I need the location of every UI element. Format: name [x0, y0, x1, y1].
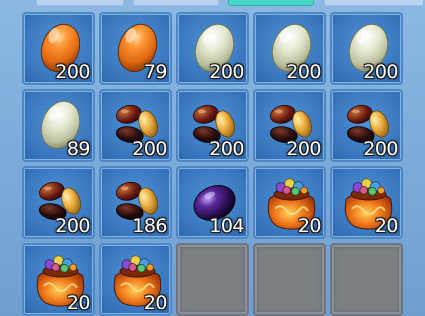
inventory-slot[interactable]: 200 [22, 12, 95, 85]
inventory-panel: 200 79 200 200 200 89 200 200 200 200 20… [0, 0, 425, 316]
item-count: 200 [363, 61, 398, 83]
item-count: 79 [143, 61, 168, 83]
inventory-slot[interactable]: 186 [99, 166, 172, 239]
inventory-slot[interactable]: 200 [176, 89, 249, 162]
item-count: 89 [66, 138, 91, 160]
item-count: 200 [286, 61, 321, 83]
inventory-slot[interactable]: 20 [330, 166, 403, 239]
item-count: 200 [363, 138, 398, 160]
tab-2[interactable] [133, 0, 219, 6]
item-count: 200 [55, 61, 90, 83]
inventory-slot[interactable]: 200 [253, 12, 326, 85]
item-count: 20 [66, 292, 91, 314]
item-count: 200 [209, 138, 244, 160]
empty-inventory-slot[interactable] [253, 243, 326, 316]
tab-1[interactable] [36, 0, 124, 6]
item-count: 200 [55, 215, 90, 237]
item-count: 200 [286, 138, 321, 160]
tab-4[interactable] [324, 0, 424, 6]
inventory-slot[interactable]: 104 [176, 166, 249, 239]
item-count: 104 [209, 215, 244, 237]
item-count: 200 [209, 61, 244, 83]
item-count: 20 [374, 215, 399, 237]
item-count: 186 [132, 215, 167, 237]
item-count: 20 [297, 215, 322, 237]
inventory-grid: 200 79 200 200 200 89 200 200 200 200 20… [22, 12, 403, 316]
inventory-slot[interactable]: 200 [330, 89, 403, 162]
inventory-slot[interactable]: 200 [99, 89, 172, 162]
inventory-slot[interactable]: 79 [99, 12, 172, 85]
empty-inventory-slot[interactable] [330, 243, 403, 316]
inventory-slot[interactable]: 200 [176, 12, 249, 85]
item-count: 20 [143, 292, 168, 314]
tab-bar [0, 0, 425, 8]
item-count: 200 [132, 138, 167, 160]
inventory-slot[interactable]: 200 [22, 166, 95, 239]
inventory-slot[interactable]: 20 [99, 243, 172, 316]
empty-inventory-slot[interactable] [176, 243, 249, 316]
inventory-slot[interactable]: 20 [253, 166, 326, 239]
inventory-slot[interactable]: 89 [22, 89, 95, 162]
inventory-slot[interactable]: 200 [330, 12, 403, 85]
tab-3-active[interactable] [228, 0, 314, 6]
inventory-slot[interactable]: 20 [22, 243, 95, 316]
inventory-slot[interactable]: 200 [253, 89, 326, 162]
